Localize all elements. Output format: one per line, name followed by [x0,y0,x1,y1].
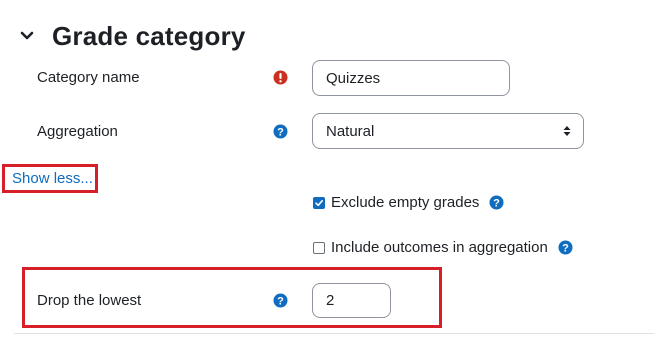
check-icon [315,199,323,206]
exclude-empty-row: Exclude empty grades ? [313,194,504,211]
category-name-input[interactable]: Quizzes [312,60,510,96]
section-divider [14,333,654,334]
include-outcomes-label: Include outcomes in aggregation [331,239,548,256]
svg-text:?: ? [562,243,569,255]
category-name-value: Quizzes [326,69,381,87]
svg-text:?: ? [494,198,501,210]
exclude-empty-label: Exclude empty grades [331,194,480,211]
required-icon [273,70,288,85]
section-title: Grade category [52,20,246,51]
show-less-link[interactable]: Show less... [12,170,93,187]
help-icon[interactable]: ? [273,124,288,139]
aggregation-select[interactable]: Natural [312,113,584,149]
aggregation-label: Aggregation [37,123,118,140]
section-header[interactable]: Grade category [20,18,246,54]
help-icon[interactable]: ? [273,293,288,308]
chevron-down-icon[interactable] [20,29,34,43]
help-icon[interactable]: ? [558,240,573,255]
svg-text:?: ? [277,296,284,308]
exclude-empty-checkbox[interactable] [313,196,325,209]
include-outcomes-row: Include outcomes in aggregation ? [313,239,573,256]
select-arrows-icon [563,126,571,136]
help-icon[interactable]: ? [489,195,504,210]
aggregation-value: Natural [326,122,375,140]
drop-lowest-input[interactable]: 2 [312,283,391,318]
drop-lowest-value: 2 [326,292,335,309]
drop-lowest-label: Drop the lowest [37,292,142,309]
svg-text:?: ? [277,127,284,139]
category-name-label: Category name [37,69,140,86]
include-outcomes-checkbox[interactable] [313,241,325,254]
